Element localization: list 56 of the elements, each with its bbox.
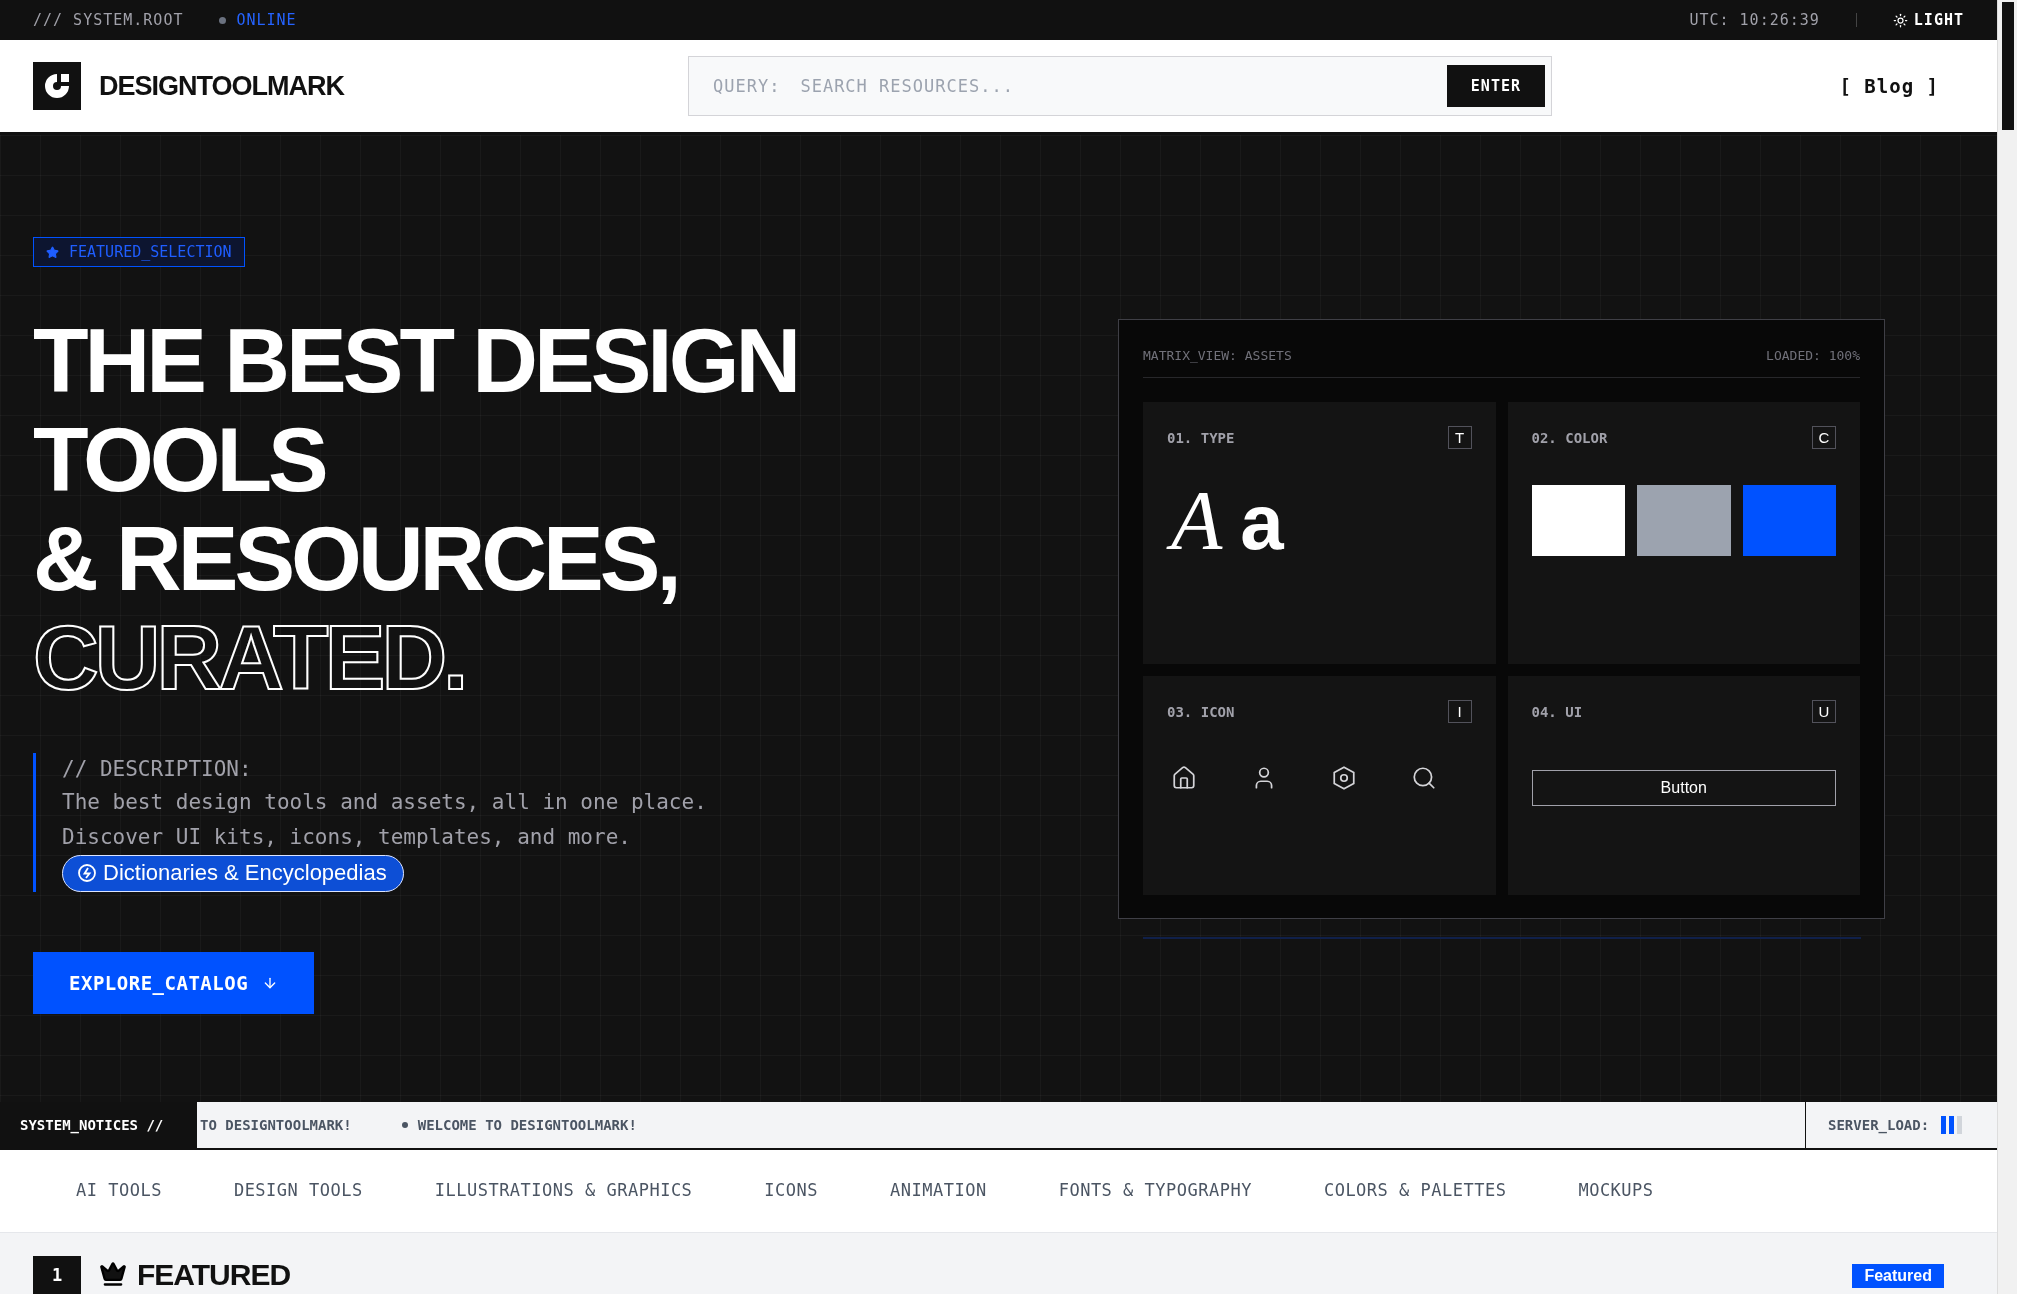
star-icon — [46, 245, 59, 259]
key-badge: C — [1812, 426, 1836, 449]
description-text: The best design tools and assets, all in one place. — [62, 789, 707, 816]
home-icon — [1171, 765, 1197, 791]
search-icon — [1411, 765, 1437, 791]
category-tab[interactable]: COLORS & PALETTES — [1323, 1176, 1507, 1206]
category-tag[interactable]: Dictionaries & Encyclopedias — [62, 855, 404, 892]
card-title: 04. UI — [1531, 703, 1583, 720]
category-tab[interactable]: ILLUSTRATIONS & GRAPHICS — [434, 1176, 693, 1206]
category-tab[interactable]: ICONS — [764, 1176, 819, 1206]
badge-label: FEATURED_SELECTION — [69, 243, 232, 261]
server-load-label: SERVER_LOAD: — [1828, 1117, 1930, 1133]
scrollbar[interactable] — [2001, 2, 2014, 130]
panel-title: MATRIX_VIEW: ASSETS — [1143, 348, 1292, 363]
headline-line: THE BEST DESIGN — [33, 311, 799, 410]
notices-label: SYSTEM_NOTICES // — [0, 1102, 197, 1148]
blog-link[interactable]: [ Blog ] — [1839, 75, 1939, 97]
bolt-icon — [77, 863, 97, 883]
description-label: // DESCRIPTION: — [62, 756, 252, 783]
type-sample: a — [1240, 477, 1284, 568]
logo-icon — [33, 62, 81, 110]
theme-toggle[interactable]: LIGHT — [1892, 11, 1964, 29]
hexagon-icon — [1331, 765, 1357, 791]
type-sample: A — [1167, 473, 1235, 570]
category-tab[interactable]: ANIMATION — [890, 1176, 987, 1206]
loaded-status: LOADED: 100% — [1766, 348, 1860, 363]
category-tab[interactable]: DESIGN TOOLS — [233, 1176, 363, 1206]
explore-button[interactable]: EXPLORE_CATALOG — [33, 952, 315, 1014]
crown-icon — [99, 1260, 127, 1288]
notice-text: WELCOME TO DESIGNTOOLMARK! — [401, 1117, 637, 1133]
sun-icon — [1892, 12, 1908, 28]
featured-tag: Featured — [1852, 1263, 1944, 1288]
key-badge: T — [1447, 426, 1472, 449]
status-indicator: ONLINE — [219, 11, 297, 29]
system-path: /// SYSTEM.ROOT — [33, 11, 184, 29]
search-field[interactable]: QUERY: SEARCH RESOURCES... ENTER — [688, 56, 1552, 116]
category-tab[interactable]: MOCKUPS — [1578, 1176, 1654, 1206]
rank-badge: 1 — [33, 1256, 81, 1294]
key-badge: U — [1812, 700, 1836, 723]
clock: UTC: 10:26:39 — [1689, 11, 1820, 29]
sample-button[interactable]: Button — [1531, 770, 1836, 806]
card-title: 02. COLOR — [1531, 429, 1608, 446]
headline-line: TOOLS — [33, 410, 326, 509]
headline-line: CURATED. — [33, 608, 466, 707]
search-label: QUERY: — [713, 76, 781, 96]
headline-line: & RESOURCES, — [33, 509, 679, 608]
brand-name: DESIGNTOOLMARK — [99, 70, 344, 102]
category-tab[interactable]: AI TOOLS — [76, 1176, 162, 1206]
description-text: Discover UI kits, icons, templates, and more. — [62, 824, 631, 851]
section-title: FEATURED — [137, 1257, 291, 1293]
category-tab[interactable]: FONTS & TYPOGRAPHY — [1058, 1176, 1252, 1206]
card-title: 03. ICON — [1167, 703, 1235, 720]
card-title: 01. TYPE — [1167, 429, 1235, 446]
enter-button[interactable]: ENTER — [1446, 65, 1545, 107]
key-badge: I — [1447, 700, 1472, 723]
notice-text: TO DESIGNTOOLMARK! — [200, 1117, 352, 1133]
